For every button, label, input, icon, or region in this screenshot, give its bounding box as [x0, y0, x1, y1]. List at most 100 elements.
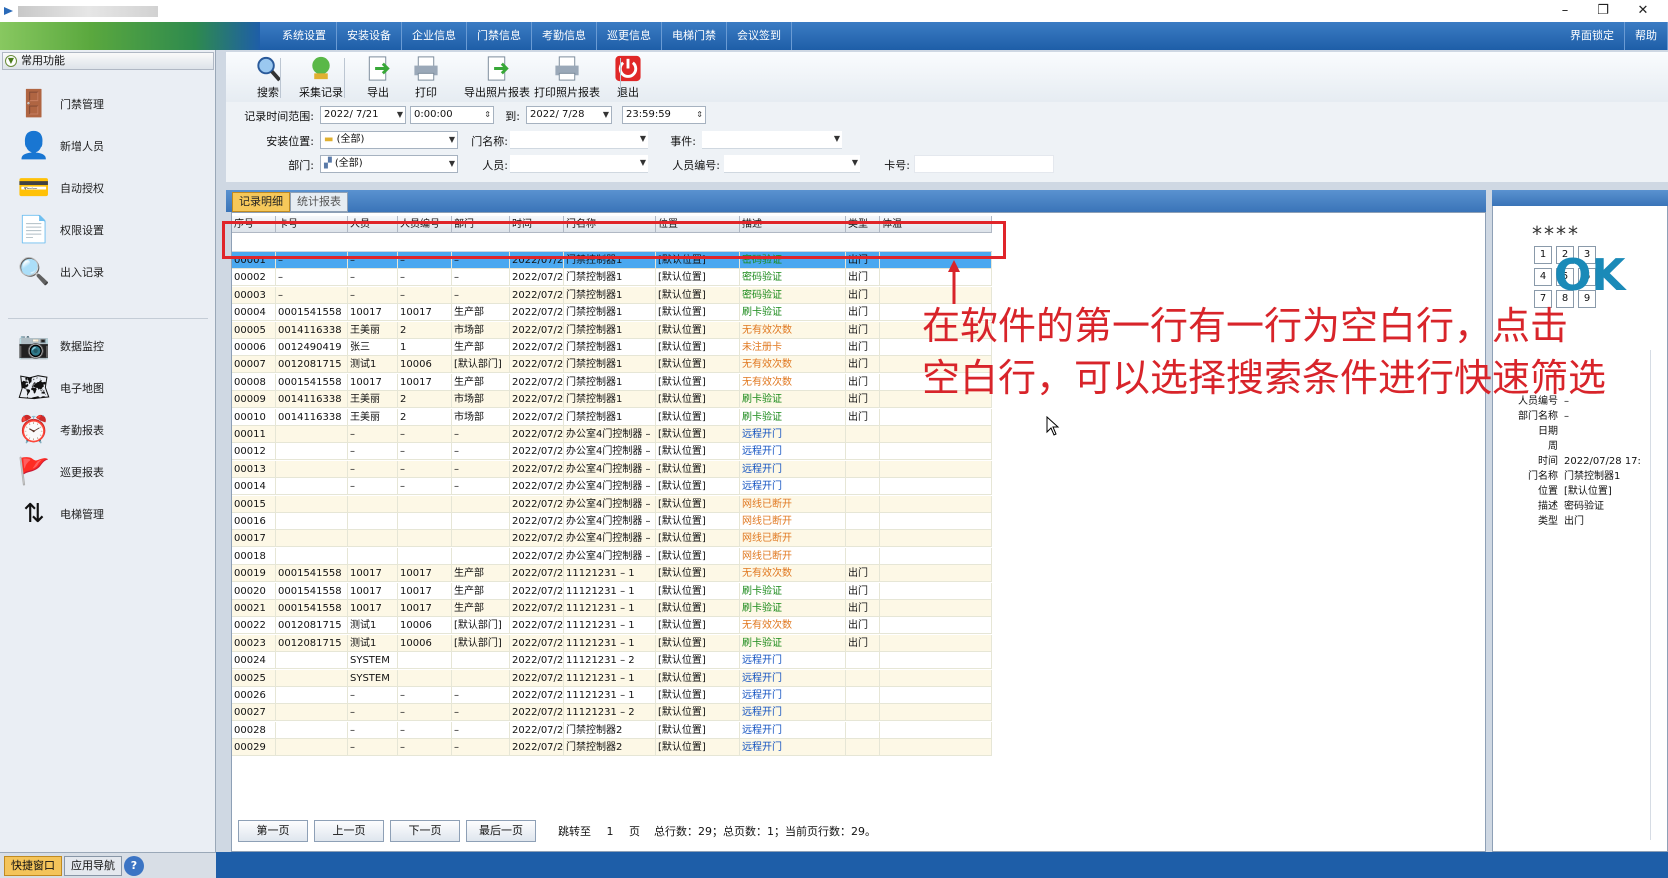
menu-right-0[interactable]: 界面锁定 [1560, 22, 1625, 50]
menu-item-5[interactable]: 巡更信息 [597, 22, 662, 50]
menu-item-0[interactable]: 系统设置 [272, 22, 337, 50]
sidebar-item-0[interactable]: 🚪 门禁管理 [14, 84, 204, 124]
page-input[interactable]: 1 [597, 824, 623, 838]
column-header[interactable]: 门名称 [564, 216, 656, 232]
table-row[interactable]: 00027– – –2022/07/2 11121231 – 2 [默认位置] 远程开门 [232, 704, 992, 722]
sidebar-item-9[interactable]: ⇅ 电梯管理 [14, 494, 204, 534]
next-page-button[interactable]: 下一页 [390, 820, 460, 842]
table-row[interactable]: 00029– – –2022/07/2 门禁控制器2 [默认位置] 远程开门 [232, 739, 992, 757]
menu-item-1[interactable]: 安装设备 [337, 22, 402, 50]
table-row[interactable]: 00011– – –2022/07/2 办公室4门控制器 – [默认位置] 远程开门 [232, 426, 992, 443]
table-row[interactable]: 00012– – –2022/07/2 办公室4门控制器 – [默认位置] 远程开门 [232, 443, 992, 461]
prev-page-button[interactable]: 上一页 [314, 820, 384, 842]
table-row[interactable]: 00002– – – –2022/07/2 门禁控制器1 [默认位置] 密码验证 出门 [232, 269, 992, 287]
sidebar-item-2[interactable]: 💳 自动授权 [14, 168, 204, 208]
location-select[interactable]: ▬ (全部) ▼ [320, 131, 458, 149]
tab-statistics[interactable]: 统计报表 [290, 192, 348, 212]
column-header[interactable]: 人员编号 [398, 216, 452, 232]
table-row[interactable]: 00009 0014116338 王美丽 2 市场部 2022/07/2 门禁控制器1 [默认… [232, 391, 992, 409]
sidebar-item-4[interactable]: 🔍 出入记录 [14, 252, 204, 292]
toolbar-print-photo-button[interactable]: 打印照片报表 [522, 54, 612, 100]
menu-item-2[interactable]: 企业信息 [402, 22, 467, 50]
column-header[interactable]: 卡号 [276, 216, 348, 232]
collapse-icon[interactable]: ▼ [5, 55, 17, 67]
sidebar-item-1[interactable]: 👤 新增人员 [14, 126, 204, 166]
door-select[interactable]: ▼ [510, 131, 648, 149]
time-to-field[interactable]: 23:59:59 ⇕ [622, 106, 706, 124]
restore-button[interactable]: ❐ [1584, 0, 1622, 22]
tab-record-detail[interactable]: 记录明细 [232, 192, 290, 212]
date-to-field[interactable]: 2022/ 7/28 ▼ [526, 106, 612, 124]
tab-quick-window[interactable]: 快捷窗口 [4, 855, 62, 876]
minimize-button[interactable]: – [1546, 0, 1584, 22]
column-header[interactable]: 序号 [232, 216, 276, 232]
date-from-field[interactable]: 2022/ 7/21 ▼ [320, 106, 406, 124]
tab-app-nav[interactable]: 应用导航 [64, 855, 122, 876]
close-button[interactable]: ✕ [1624, 0, 1662, 22]
column-header[interactable]: 部门 [452, 216, 510, 232]
table-row[interactable]: 00017 2022/07/2 办公室4门控制器 – [默认位置] 网线已断开 [232, 530, 992, 548]
chevron-down-icon[interactable]: ▼ [449, 156, 455, 172]
table-row[interactable]: 00006 0012490419 张三 1 生产部 2022/07/2 门禁控制器1 [默认位… [232, 339, 992, 356]
column-header[interactable]: 人员 [348, 216, 398, 232]
sidebar-item-7[interactable]: ⏰ 考勤报表 [14, 410, 204, 450]
filter-blank-row[interactable] [232, 233, 992, 252]
sidebar-item-6[interactable]: 🗺 电子地图 [14, 368, 204, 408]
table-row[interactable]: 00008 0001541558 10017 10017 生产部 2022/07/2 门禁控… [232, 373, 992, 391]
sidebar-header[interactable]: 常用功能 [2, 52, 214, 70]
table-row[interactable]: 00019 0001541558 10017 10017 生产部 2022/07/2 111… [232, 565, 992, 583]
toolbar-print-button[interactable]: 打印 [398, 54, 454, 100]
table-row[interactable]: 00001– – – –2022/07/2 门禁控制器1 [默认位置] 密码验证 出门 [232, 252, 992, 269]
table-row[interactable]: 00003– – – –2022/07/2 门禁控制器1 [默认位置] 密码验证 出门 [232, 286, 992, 304]
table-row[interactable]: 00018 2022/07/2 办公室4门控制器 – [默认位置] 网线已断开 [232, 547, 992, 565]
table-row[interactable]: 00020 0001541558 10017 10017 生产部 2022/07/2 111… [232, 582, 992, 600]
table-row[interactable]: 00010 0014116338 王美丽 2 市场部 2022/07/2 门禁控制器1 [默认… [232, 408, 992, 426]
table-row[interactable]: 00004 0001541558 10017 10017 生产部 2022/07/2 门禁控… [232, 304, 992, 322]
column-header[interactable]: 类型 [846, 216, 880, 232]
dept-select[interactable]: ▞ (全部) ▼ [320, 155, 458, 173]
chevron-down-icon[interactable]: ▼ [852, 155, 858, 171]
table-row[interactable]: 00013– – –2022/07/2 办公室4门控制器 – [默认位置] 远程开门 [232, 460, 992, 478]
table-row[interactable]: 00025 SYSTEM 2022/07/2 11121231 – 1 [默认位置] 远程… [232, 669, 992, 687]
column-header[interactable]: 位置 [656, 216, 740, 232]
toolbar-collect-button[interactable]: 采集记录 [286, 54, 356, 100]
chevron-down-icon[interactable]: ▼ [640, 131, 646, 147]
sidebar-item-8[interactable]: 🚩 巡更报表 [14, 452, 204, 492]
time-from-field[interactable]: 0:00:00 ⇕ [410, 106, 494, 124]
last-page-button[interactable]: 最后一页 [466, 820, 536, 842]
chevron-down-icon[interactable]: ▼ [834, 131, 840, 147]
spinner-icon[interactable]: ⇕ [696, 107, 703, 123]
first-page-button[interactable]: 第一页 [238, 820, 308, 842]
event-select[interactable]: ▼ [702, 131, 842, 149]
help-icon[interactable]: ? [124, 855, 144, 876]
table-row[interactable]: 00014– – –2022/07/2 办公室4门控制器 – [默认位置] 远程开门 [232, 478, 992, 496]
table-row[interactable]: 00028– – –2022/07/2 门禁控制器2 [默认位置] 远程开门 [232, 721, 992, 739]
chevron-down-icon[interactable]: ▼ [603, 107, 609, 123]
menu-item-4[interactable]: 考勤信息 [532, 22, 597, 50]
person-select[interactable]: ▼ [510, 155, 648, 173]
table-row[interactable]: 00024 SYSTEM 2022/07/2 11121231 – 2 [默认位置] 远程… [232, 652, 992, 670]
card-input[interactable] [914, 155, 1054, 173]
chevron-down-icon[interactable]: ▼ [397, 107, 403, 123]
table-row[interactable]: 00007 0012081715 测试1 10006 [默认部门] 2022/07/2 门禁… [232, 356, 992, 374]
chevron-down-icon[interactable]: ▼ [640, 155, 646, 171]
column-header[interactable]: 描述 [740, 216, 846, 232]
menu-right-1[interactable]: 帮助 [1625, 22, 1668, 50]
table-row[interactable]: 00015 2022/07/2 办公室4门控制器 – [默认位置] 网线已断开 [232, 495, 992, 513]
table-row[interactable]: 00023 0012081715 测试1 10006 [默认部门] 2022/07/2 11… [232, 634, 992, 652]
table-row[interactable]: 00021 0001541558 10017 10017 生产部 2022/07/2 111… [232, 600, 992, 617]
table-row[interactable]: 00022 0012081715 测试1 10006 [默认部门] 2022/07/2 11… [232, 617, 992, 635]
table-row[interactable]: 00016 2022/07/2 办公室4门控制器 – [默认位置] 网线已断开 [232, 513, 992, 530]
menu-item-6[interactable]: 电梯门禁 [662, 22, 727, 50]
column-header[interactable]: 体温 [880, 216, 992, 232]
column-header[interactable]: 时间 [510, 216, 564, 232]
toolbar-exit-button[interactable]: 退出 [600, 54, 656, 100]
chevron-down-icon[interactable]: ▼ [449, 132, 455, 148]
sidebar-item-5[interactable]: 📷 数据监控 [14, 326, 204, 366]
table-row[interactable]: 00005 0014116338 王美丽 2 市场部 2022/07/2 门禁控制器1 [默认… [232, 321, 992, 339]
menu-item-7[interactable]: 会议签到 [727, 22, 792, 50]
sidebar-item-3[interactable]: 📄 权限设置 [14, 210, 204, 250]
table-row[interactable]: 00026– – –2022/07/2 11121231 – 1 [默认位置] 远程开门 [232, 687, 992, 704]
spinner-icon[interactable]: ⇕ [484, 107, 491, 123]
menu-item-3[interactable]: 门禁信息 [467, 22, 532, 50]
